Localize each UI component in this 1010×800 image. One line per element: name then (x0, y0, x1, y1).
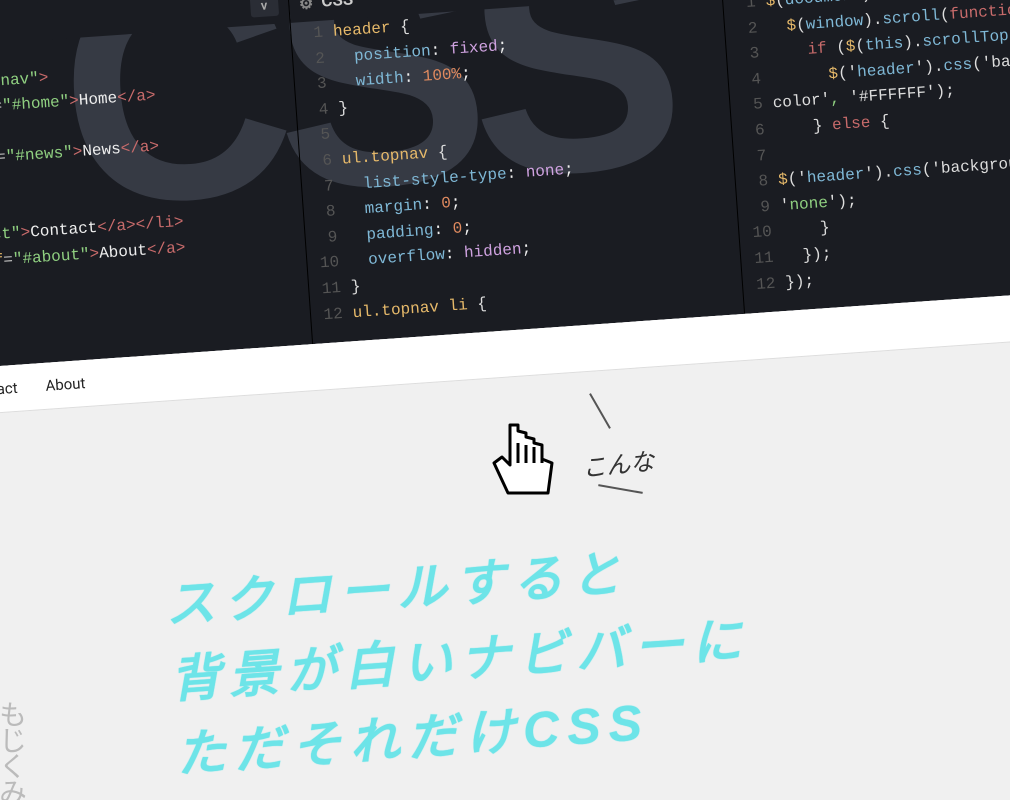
hand-cursor-icon (480, 415, 570, 529)
pane-html: ⚙ ML v <header> <ul class="topnav"> <li>… (0, 0, 312, 374)
pane-label-css: CSS (321, 0, 354, 12)
nav-item[interactable]: Contact (0, 379, 18, 401)
js-code-area[interactable]: 1$(document).ready(function() 2 $(window… (723, 0, 1010, 309)
pane-css: ⚙ CSS v 1header { 2 position: fixed; 3 w… (287, 0, 745, 344)
chevron-down-icon[interactable]: v (249, 0, 278, 18)
annotation-text: こんな (580, 441, 655, 483)
site-logo: もじくみ (0, 700, 24, 800)
html-code-area[interactable]: <header> <ul class="topnav"> <li><a href… (0, 23, 311, 370)
pane-js: ⚙ JS v 1$(document).ready(function() 2 $… (719, 0, 1010, 314)
nav-item[interactable]: About (45, 374, 86, 395)
headline-block: スクロールすると 背景が白いナビバーに ただそれだけCSS (163, 528, 757, 793)
css-code-area[interactable]: 1header { 2 position: fixed; 3 width: 10… (290, 0, 744, 339)
gear-icon[interactable]: ⚙ (298, 0, 314, 13)
